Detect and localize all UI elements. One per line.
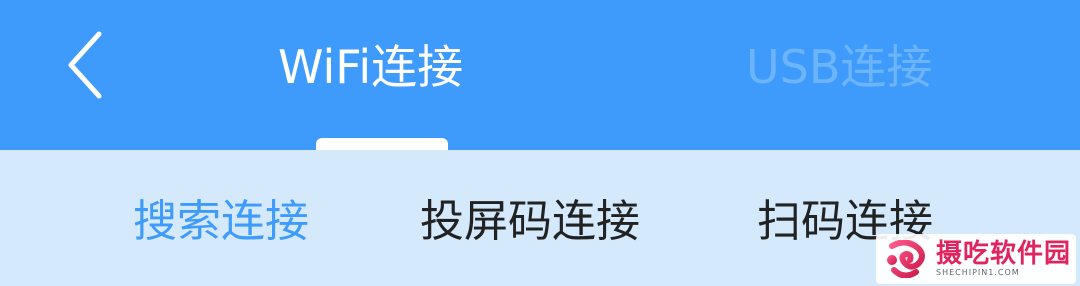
back-button[interactable] (40, 20, 130, 110)
active-tab-indicator (316, 138, 448, 150)
subtab-screencast-code-connect[interactable]: 投屏码连接 (420, 190, 640, 254)
chevron-left-icon (68, 31, 102, 99)
watermark-url: SHECHIPIN1.COM (936, 268, 1020, 277)
tab-wifi-connect[interactable]: WiFi连接 (278, 32, 463, 102)
watermark-name: 摄吃软件园 (936, 239, 1072, 269)
watermark-logo-icon (887, 240, 925, 278)
site-watermark: 摄吃软件园 SHECHIPIN1.COM (876, 234, 1076, 284)
subtab-search-connect[interactable]: 搜索连接 (133, 190, 309, 254)
top-navigation-bar: WiFi连接 USB连接 (0, 0, 1080, 150)
tab-usb-connect[interactable]: USB连接 (746, 32, 932, 102)
